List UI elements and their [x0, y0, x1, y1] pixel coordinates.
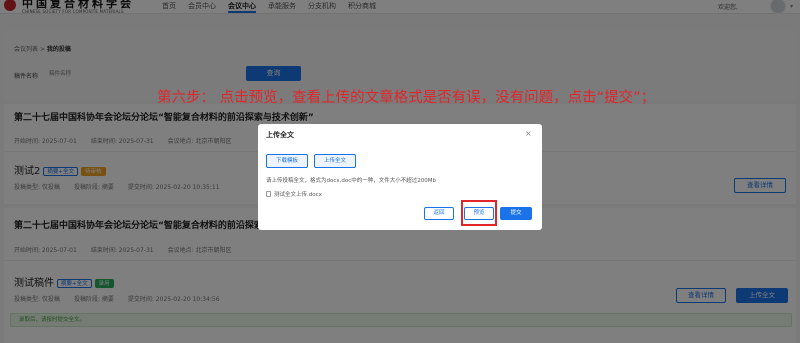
file-icon	[266, 191, 271, 197]
back-button[interactable]: 返回	[424, 207, 454, 220]
submit-button[interactable]: 提交	[500, 207, 532, 220]
close-icon[interactable]: ×	[525, 129, 532, 138]
highlight-box	[461, 200, 497, 226]
upload-button[interactable]: 上传全文	[314, 154, 356, 168]
uploaded-file[interactable]: 测试全文上传.docx	[266, 190, 322, 198]
upload-hint: 请上传投稿全文，格式为docx,doc中的一种，文件大小不超过200Mb	[266, 178, 436, 184]
upload-dialog: 上传全文 × 下载模板 上传全文 请上传投稿全文，格式为docx,doc中的一种…	[258, 124, 542, 230]
dialog-title: 上传全文	[266, 131, 294, 139]
file-name[interactable]: 测试全文上传.docx	[274, 190, 322, 198]
download-template-button[interactable]: 下载模板	[266, 154, 308, 168]
step-annotation: 第六步： 点击预览，查看上传的文章格式是否有误，没有问题，点击“提交”；	[157, 90, 656, 106]
